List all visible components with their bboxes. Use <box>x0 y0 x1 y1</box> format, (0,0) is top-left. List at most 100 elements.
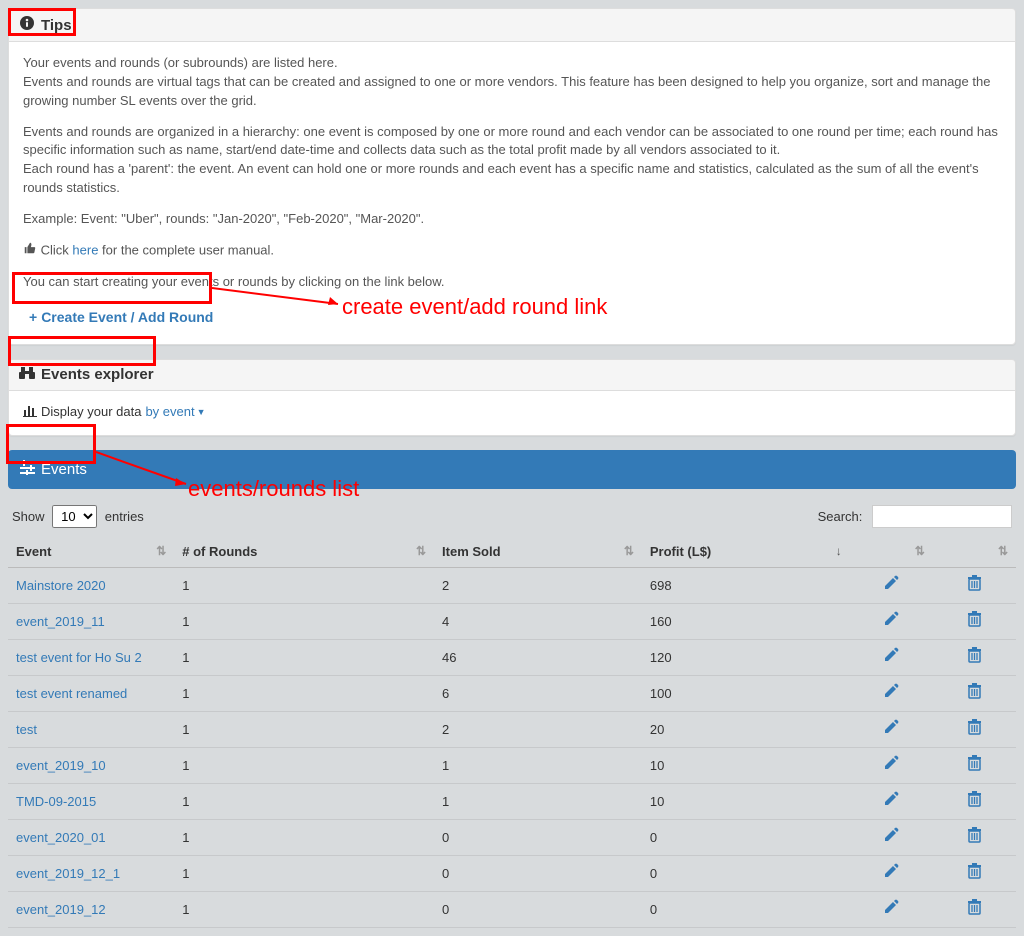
display-by-event-toggle[interactable]: by event ▼ <box>145 403 205 422</box>
tips-line-2: Events and rounds are virtual tags that … <box>23 74 990 108</box>
create-event-label: Create Event / Add Round <box>41 307 213 327</box>
event-link[interactable]: event_2019_12_1 <box>16 866 120 881</box>
event-link[interactable]: test <box>16 722 37 737</box>
cell-item-sold: 2 <box>434 567 642 603</box>
table-controls: Show 10 entries Search: <box>8 505 1016 528</box>
search-control: Search: <box>818 505 1012 528</box>
entries-label: entries <box>105 509 144 524</box>
edit-button[interactable] <box>882 719 900 740</box>
edit-button[interactable] <box>882 899 900 920</box>
tips-line-4: Each round has a 'parent': the event. An… <box>23 161 979 195</box>
search-input[interactable] <box>872 505 1012 528</box>
edit-button[interactable] <box>882 575 900 596</box>
event-link[interactable]: TMD-09-2015 <box>16 794 96 809</box>
search-label: Search: <box>818 509 863 524</box>
edit-button[interactable] <box>882 791 900 812</box>
trash-icon <box>967 758 982 775</box>
cell-profit: 0 <box>642 819 850 855</box>
col-profit[interactable]: Profit (L$) ↓ <box>642 536 850 568</box>
cell-profit: 0 <box>642 855 850 891</box>
sliders-icon <box>20 460 35 479</box>
col-delete[interactable]: ⇅ <box>933 536 1016 568</box>
delete-button[interactable] <box>965 683 983 704</box>
cell-item-sold: 4 <box>434 603 642 639</box>
event-link[interactable]: event_2019_12 <box>16 902 106 917</box>
edit-button[interactable] <box>882 755 900 776</box>
edit-button[interactable] <box>882 827 900 848</box>
cell-item-sold: 46 <box>434 639 642 675</box>
pencil-icon <box>883 686 899 703</box>
col-event[interactable]: Event ⇅ <box>8 536 174 568</box>
table-row: event_2019_101110 <box>8 747 1016 783</box>
cell-profit: 20 <box>642 711 850 747</box>
create-event-link[interactable]: + Create Event / Add Round <box>23 303 219 331</box>
events-explorer-body: Display your data by event ▼ <box>9 391 1015 435</box>
cell-item-sold: 1 <box>434 747 642 783</box>
event-link[interactable]: test event renamed <box>16 686 127 701</box>
trash-icon <box>967 722 982 739</box>
pencil-icon <box>883 722 899 739</box>
trash-icon <box>967 650 982 667</box>
col-edit[interactable]: ⇅ <box>850 536 933 568</box>
sort-icon: ⇅ <box>416 544 426 558</box>
cell-rounds: 1 <box>174 675 434 711</box>
delete-button[interactable] <box>965 827 983 848</box>
pencil-icon <box>883 650 899 667</box>
delete-button[interactable] <box>965 863 983 884</box>
trash-icon <box>967 830 982 847</box>
tips-click-label: Click <box>41 242 73 257</box>
cell-rounds: 1 <box>174 711 434 747</box>
cell-rounds: 1 <box>174 639 434 675</box>
col-item-sold[interactable]: Item Sold ⇅ <box>434 536 642 568</box>
trash-icon <box>967 614 982 631</box>
edit-button[interactable] <box>882 647 900 668</box>
edit-button[interactable] <box>882 611 900 632</box>
delete-button[interactable] <box>965 755 983 776</box>
event-link[interactable]: event_2020_01 <box>16 830 106 845</box>
tips-line-5: Example: Event: "Uber", rounds: "Jan-202… <box>23 210 1001 229</box>
event-link[interactable]: test event for Ho Su 2 <box>16 650 142 665</box>
tips-panel-header: Tips <box>9 9 1015 42</box>
sort-icon: ⇅ <box>915 544 925 558</box>
events-bar-label: Events <box>41 461 87 478</box>
delete-button[interactable] <box>965 647 983 668</box>
sort-icon: ⇅ <box>624 544 634 558</box>
delete-button[interactable] <box>965 791 983 812</box>
table-row: event_2020_01100 <box>8 819 1016 855</box>
delete-button[interactable] <box>965 611 983 632</box>
plus-icon: + <box>29 307 37 327</box>
cell-profit: 0 <box>642 891 850 927</box>
table-row: event_2019_12_1100 <box>8 855 1016 891</box>
event-link[interactable]: event_2019_10 <box>16 758 106 773</box>
trash-icon <box>967 578 982 595</box>
cell-item-sold: 6 <box>434 675 642 711</box>
events-section-header: Events <box>8 450 1016 489</box>
cell-item-sold: 0 <box>434 819 642 855</box>
event-link[interactable]: event_2019_11 <box>16 614 105 629</box>
delete-button[interactable] <box>965 719 983 740</box>
event-link[interactable]: Mainstore 2020 <box>16 578 106 593</box>
delete-button[interactable] <box>965 575 983 596</box>
manual-link[interactable]: here <box>72 242 98 257</box>
edit-button[interactable] <box>882 683 900 704</box>
cell-profit: 160 <box>642 603 850 639</box>
edit-button[interactable] <box>882 863 900 884</box>
pencil-icon <box>883 902 899 919</box>
tips-title: Tips <box>41 17 72 34</box>
delete-button[interactable] <box>965 899 983 920</box>
pencil-icon <box>883 830 899 847</box>
tips-manual-tail: for the complete user manual. <box>98 242 274 257</box>
tips-panel: Tips Your events and rounds (or subround… <box>8 8 1016 345</box>
table-row: test event for Ho Su 2 146120 <box>8 639 1016 675</box>
cell-rounds: 1 <box>174 855 434 891</box>
events-explorer-header: Events explorer <box>9 360 1015 391</box>
col-rounds[interactable]: # of Rounds ⇅ <box>174 536 434 568</box>
caret-down-icon: ▼ <box>197 406 206 419</box>
page-size-select[interactable]: 10 <box>52 505 97 528</box>
cell-item-sold: 2 <box>434 711 642 747</box>
table-row: TMD-09-20151110 <box>8 783 1016 819</box>
cell-profit: 120 <box>642 639 850 675</box>
thumbs-up-icon <box>23 241 37 261</box>
binoculars-icon <box>19 366 35 384</box>
tips-line-6: You can start creating your events or ro… <box>23 273 1001 292</box>
